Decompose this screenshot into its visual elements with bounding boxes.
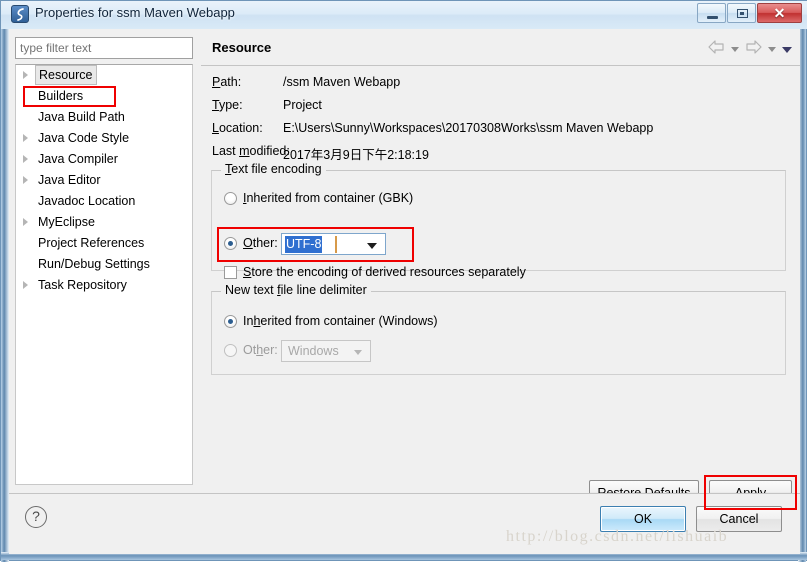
close-button[interactable]: ✕ [757, 3, 802, 23]
chevron-down-icon[interactable] [354, 350, 362, 355]
tree-item-label: Java Compiler [38, 152, 118, 166]
view-menu-icon[interactable] [782, 46, 792, 53]
window-frame-left [1, 1, 9, 562]
path-value: /ssm Maven Webapp [283, 75, 401, 89]
help-icon[interactable]: ? [25, 506, 47, 528]
encoding-inherited-radio[interactable] [224, 192, 237, 205]
restore-button[interactable] [727, 3, 756, 23]
last-modified-value: 2017年3月9日下午2:18:19 [283, 148, 429, 162]
properties-dialog-window: Properties for ssm Maven Webapp ✕ Resour… [0, 0, 807, 562]
minimize-button[interactable] [697, 3, 726, 23]
header-divider [201, 65, 800, 66]
encoding-inherited-label: Inherited from container (GBK) [243, 191, 414, 205]
encoding-combo[interactable]: UTF-8 [281, 233, 386, 255]
tree-item-builders[interactable]: Builders [16, 86, 192, 107]
tree-item-label: Javadoc Location [38, 194, 136, 208]
window-controls: ✕ [697, 3, 802, 23]
expand-arrow-icon[interactable] [23, 71, 28, 79]
line-delimiter-group: New text file line delimiter [211, 283, 786, 375]
store-encoding-label: Store the encoding of derived resources … [243, 265, 526, 279]
expand-arrow-icon[interactable] [23, 218, 28, 226]
tree-item-label: Java Code Style [38, 131, 130, 145]
watermark: http://blog.csdn.net/lishuaib [506, 528, 729, 545]
tree-item-resource[interactable]: Resource [16, 65, 192, 86]
text-file-encoding-group: Text file encoding [211, 162, 786, 271]
tree-item-project-references[interactable]: Project References [16, 233, 192, 254]
tree-item-java-code-style[interactable]: Java Code Style [16, 128, 192, 149]
forward-arrow-icon[interactable] [745, 40, 762, 59]
cancel-label: Cancel [719, 512, 759, 526]
tree-item-java-build-path[interactable]: Java Build Path [16, 107, 192, 128]
filter-input[interactable] [15, 37, 193, 59]
tree-item-run-debug-settings[interactable]: Run/Debug Settings [16, 254, 192, 275]
path-label: Path: [212, 75, 242, 89]
encoding-other-radio[interactable] [224, 237, 237, 250]
expand-arrow-icon[interactable] [23, 155, 28, 163]
tree-item-label: Run/Debug Settings [38, 257, 150, 271]
back-arrow-icon[interactable] [708, 40, 725, 59]
tree-item-javadoc-location[interactable]: Javadoc Location [16, 191, 192, 212]
location-label: Location: [212, 121, 263, 135]
encoding-group-title: Text file encoding [221, 162, 326, 176]
resource-settings-pane: Resource Path: /ssm Maven Webapp Type: P… [201, 29, 800, 510]
text-cursor [335, 236, 337, 253]
ok-label: OK [633, 512, 653, 526]
myeclipse-icon [11, 5, 29, 23]
forward-dropdown-icon[interactable] [768, 47, 776, 52]
page-navigation [708, 40, 792, 59]
settings-tree-pane: Resource Builders Java Build Path Java C… [9, 29, 200, 493]
page-title: Resource [212, 40, 272, 55]
location-value: E:\Users\Sunny\Workspaces\20170308Works\… [283, 121, 654, 135]
expand-arrow-icon[interactable] [23, 281, 28, 289]
tree-item-label: Java Editor [38, 173, 101, 187]
type-value: Project [283, 98, 322, 112]
tree-item-java-editor[interactable]: Java Editor [16, 170, 192, 191]
settings-tree[interactable]: Resource Builders Java Build Path Java C… [15, 64, 193, 485]
close-icon: ✕ [773, 5, 786, 21]
expand-arrow-icon[interactable] [23, 134, 28, 142]
tree-item-label: Task Repository [38, 278, 127, 292]
delimiter-group-title: New text file line delimiter [221, 283, 371, 297]
delimiter-other-label: Other: [243, 343, 278, 357]
chevron-down-icon[interactable] [367, 243, 377, 249]
back-dropdown-icon[interactable] [731, 47, 739, 52]
tree-item-label: Resource [35, 65, 97, 85]
tree-item-java-compiler[interactable]: Java Compiler [16, 149, 192, 170]
window-title: Properties for ssm Maven Webapp [35, 5, 235, 20]
delimiter-combo-value: Windows [288, 344, 339, 358]
delimiter-inherited-label: Inherited from container (Windows) [243, 314, 438, 328]
store-encoding-checkbox[interactable] [224, 266, 237, 279]
dialog-body: Resource Builders Java Build Path Java C… [9, 29, 800, 554]
type-label: Type: [212, 98, 243, 112]
delimiter-combo[interactable]: Windows [281, 340, 371, 362]
last-modified-label: Last modified: [212, 144, 290, 158]
tree-item-task-repository[interactable]: Task Repository [16, 275, 192, 296]
tree-item-label: Project References [38, 236, 145, 250]
delimiter-other-radio[interactable] [224, 344, 237, 357]
delimiter-inherited-radio[interactable] [224, 315, 237, 328]
tree-item-label: MyEclipse [38, 215, 95, 229]
tree-item-label: Builders [38, 89, 84, 103]
tree-item-label: Java Build Path [38, 110, 125, 124]
expand-arrow-icon[interactable] [23, 176, 28, 184]
encoding-combo-value: UTF-8 [285, 236, 323, 253]
title-bar: Properties for ssm Maven Webapp ✕ [1, 1, 807, 29]
tree-item-myeclipse[interactable]: MyEclipse [16, 212, 192, 233]
encoding-other-label: Other: [243, 236, 278, 250]
